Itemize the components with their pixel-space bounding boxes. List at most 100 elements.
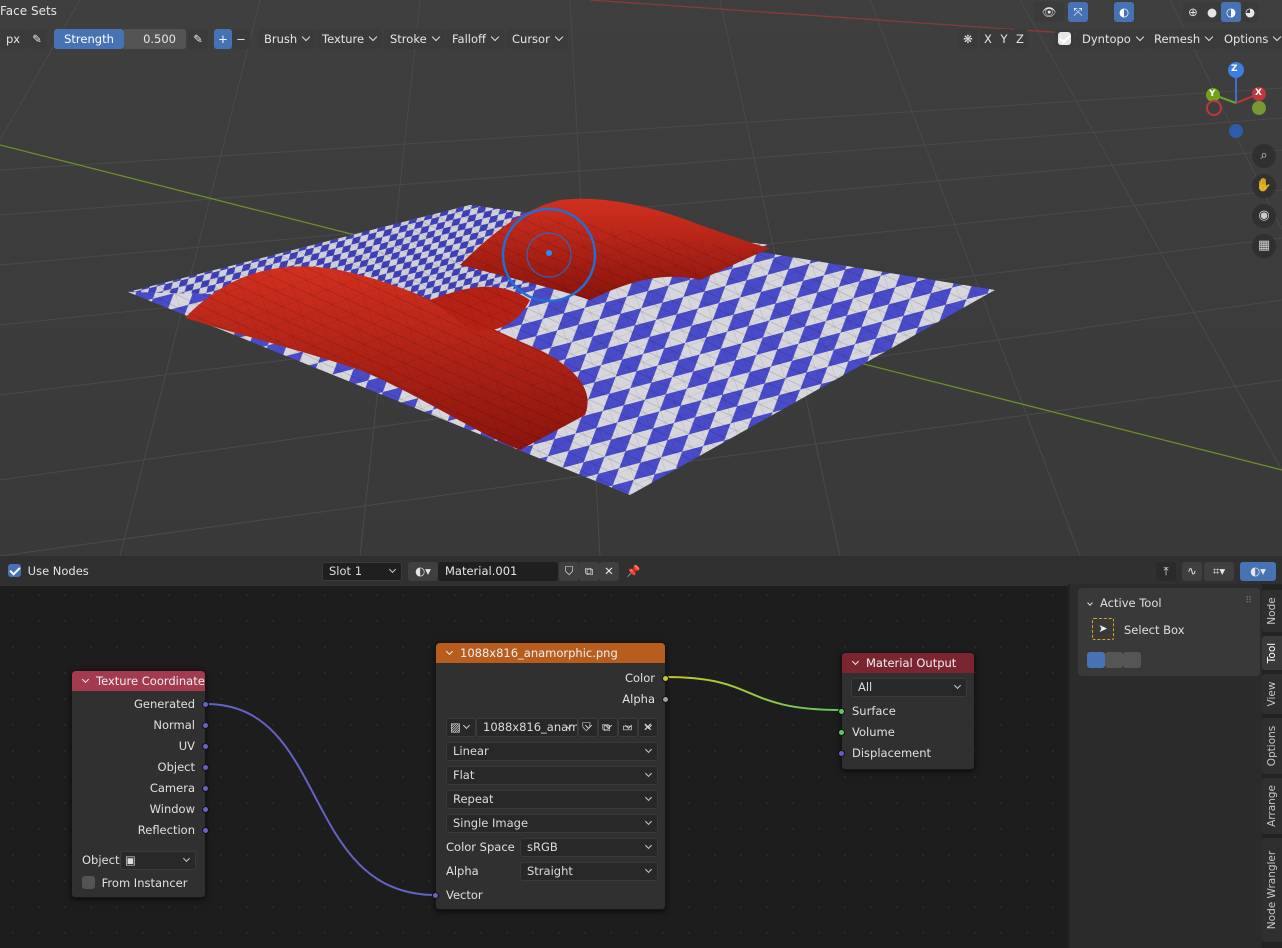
material-output-node[interactable]: Material Output All Surface Volume Displ… bbox=[838, 652, 975, 770]
mirror-x-toggle[interactable]: X bbox=[980, 29, 996, 49]
projection-select[interactable]: Flat bbox=[446, 766, 658, 785]
socket-reflection[interactable] bbox=[202, 827, 209, 834]
perspective-grid-icon[interactable]: ▦ bbox=[1252, 234, 1276, 258]
socket-displacement[interactable] bbox=[838, 750, 845, 757]
add-mode-button[interactable]: + bbox=[214, 29, 232, 49]
socket-color[interactable] bbox=[662, 675, 669, 682]
image-name-field[interactable]: 1088x816_anam... bbox=[476, 718, 578, 737]
cursor-menu[interactable]: Cursor bbox=[506, 29, 568, 49]
shader-node-editor[interactable]: Use Nodes Slot 1 ◐▾ Material.001 ⛉ ⧉ ✕ 📌… bbox=[0, 556, 1282, 948]
output-normal: Normal bbox=[153, 718, 195, 732]
mode-label: Face Sets bbox=[0, 4, 57, 18]
tab-options[interactable]: Options bbox=[1262, 718, 1282, 774]
output-window: Window bbox=[149, 802, 195, 816]
socket-uv[interactable] bbox=[202, 743, 209, 750]
socket-window[interactable] bbox=[202, 806, 209, 813]
tab-node-wrangler[interactable]: Node Wrangler bbox=[1262, 838, 1282, 942]
socket-generated[interactable] bbox=[202, 701, 209, 708]
object-picker-field[interactable]: ▣ bbox=[120, 851, 196, 870]
input-displacement: Displacement bbox=[852, 746, 932, 760]
material-shading-icon[interactable]: ◑ bbox=[1221, 2, 1241, 22]
sidebar: Active Tool ⠿ ➤ Select Box bbox=[1068, 584, 1282, 948]
color-space-label: Color Space bbox=[446, 840, 515, 854]
input-volume: Volume bbox=[852, 725, 895, 739]
tool-name: Select Box bbox=[1124, 623, 1185, 637]
output-camera: Camera bbox=[149, 781, 195, 795]
image-open-icon[interactable]: ▭ bbox=[618, 718, 638, 737]
output-reflection: Reflection bbox=[137, 823, 195, 837]
falloff-menu[interactable]: Falloff bbox=[446, 29, 504, 49]
mirror-y-toggle[interactable]: Y bbox=[996, 29, 1012, 49]
tab-tool[interactable]: Tool bbox=[1262, 636, 1282, 670]
extension-select[interactable]: Repeat bbox=[446, 790, 658, 809]
input-surface: Surface bbox=[852, 704, 896, 718]
image-duplicate-icon[interactable]: ⧉ bbox=[598, 718, 618, 737]
material-output-title[interactable]: Material Output bbox=[842, 653, 974, 673]
overlay-toggle-icon[interactable]: ◐ bbox=[1114, 2, 1134, 22]
dyntopo-menu[interactable]: Dyntopo bbox=[1076, 29, 1149, 49]
output-alpha: Alpha bbox=[622, 692, 655, 706]
socket-surface[interactable] bbox=[838, 708, 845, 715]
sidebar-tabs: Node Tool View Options Arrange Node Wran… bbox=[1262, 584, 1282, 948]
socket-object[interactable] bbox=[202, 764, 209, 771]
pan-hand-icon[interactable]: ✋ bbox=[1252, 174, 1276, 198]
dyntopo-checkbox[interactable] bbox=[1055, 29, 1075, 49]
output-generated: Generated bbox=[133, 697, 195, 711]
tab-view[interactable]: View bbox=[1262, 674, 1282, 714]
zoom-icon[interactable]: ⌕ bbox=[1252, 144, 1276, 168]
from-instancer-toggle[interactable]: From Instancer bbox=[82, 874, 187, 892]
gizmo-y-label[interactable]: Y bbox=[1209, 89, 1216, 99]
strength-pressure-icon[interactable]: ✎ bbox=[188, 29, 208, 49]
image-browse-icon[interactable]: ▨ bbox=[446, 718, 476, 737]
tab-arrange[interactable]: Arrange bbox=[1262, 778, 1282, 834]
select-box-icon[interactable]: ➤ bbox=[1092, 618, 1114, 640]
socket-vector[interactable] bbox=[432, 892, 439, 899]
3d-viewport[interactable]: Face Sets 👁 ⤧ ◐ ⊕ ● ◑ ◕ px ✎ Strength 0.… bbox=[0, 0, 1282, 556]
object-label: Object: bbox=[82, 853, 124, 867]
rendered-shading-icon[interactable]: ◕ bbox=[1241, 2, 1259, 22]
drag-handle-icon[interactable]: ⠿ bbox=[1245, 596, 1252, 606]
mode-new-selection-icon[interactable] bbox=[1087, 652, 1105, 668]
active-tool-header[interactable]: Active Tool bbox=[1086, 594, 1162, 612]
gizmo-toggle-icon[interactable]: ⤧ bbox=[1068, 2, 1088, 22]
mode-extend-selection-icon[interactable] bbox=[1105, 652, 1123, 668]
remesh-menu[interactable]: Remesh bbox=[1148, 29, 1219, 49]
radius-unit[interactable]: px bbox=[0, 29, 26, 49]
output-color: Color bbox=[624, 671, 655, 685]
viewport-scene bbox=[0, 0, 1282, 556]
strength-value[interactable]: 0.500 bbox=[124, 29, 186, 49]
interpolation-select[interactable]: Linear bbox=[446, 742, 658, 761]
brush-menu[interactable]: Brush bbox=[258, 29, 316, 49]
texture-coordinate-title[interactable]: Texture Coordinate bbox=[72, 671, 205, 691]
socket-normal[interactable] bbox=[202, 722, 209, 729]
output-object: Object bbox=[157, 760, 195, 774]
socket-volume[interactable] bbox=[838, 729, 845, 736]
visibility-icon[interactable]: 👁 bbox=[1034, 2, 1064, 22]
image-unlink-icon[interactable]: ✕ bbox=[638, 718, 658, 737]
image-texture-node[interactable]: 1088x816_anamorphic.png Color Alpha ▨ 10… bbox=[432, 642, 669, 910]
mirror-z-toggle[interactable]: Z bbox=[1012, 29, 1028, 49]
radius-pressure-icon[interactable]: ✎ bbox=[27, 29, 47, 49]
from-instancer-label: From Instancer bbox=[101, 876, 188, 890]
strength-label[interactable]: Strength bbox=[54, 29, 124, 49]
image-fake-user-icon[interactable]: ⛉ bbox=[578, 718, 598, 737]
source-select[interactable]: Single Image bbox=[446, 814, 658, 833]
gizmo-x-label[interactable]: X bbox=[1255, 88, 1262, 98]
stroke-menu[interactable]: Stroke bbox=[384, 29, 445, 49]
image-texture-title[interactable]: 1088x816_anamorphic.png bbox=[436, 643, 665, 663]
texture-menu[interactable]: Texture bbox=[316, 29, 383, 49]
wireframe-shading-icon[interactable]: ⊕ bbox=[1183, 2, 1203, 22]
gizmo-z-label[interactable]: Z bbox=[1231, 64, 1238, 74]
texture-coordinate-node[interactable]: Texture Coordinate Generated Normal UV O… bbox=[71, 670, 209, 898]
output-target-select[interactable]: All bbox=[851, 678, 967, 697]
solid-shading-icon[interactable]: ● bbox=[1203, 2, 1221, 22]
camera-view-icon[interactable]: ◉ bbox=[1252, 204, 1276, 228]
options-menu[interactable]: Options bbox=[1218, 29, 1282, 49]
color-space-select[interactable]: sRGB bbox=[520, 838, 658, 857]
socket-alpha[interactable] bbox=[662, 696, 669, 703]
subtract-mode-button[interactable]: − bbox=[232, 29, 250, 49]
socket-camera[interactable] bbox=[202, 785, 209, 792]
mode-subtract-selection-icon[interactable] bbox=[1123, 652, 1141, 668]
alpha-mode-select[interactable]: Straight bbox=[520, 862, 658, 881]
tab-node[interactable]: Node bbox=[1262, 590, 1282, 632]
